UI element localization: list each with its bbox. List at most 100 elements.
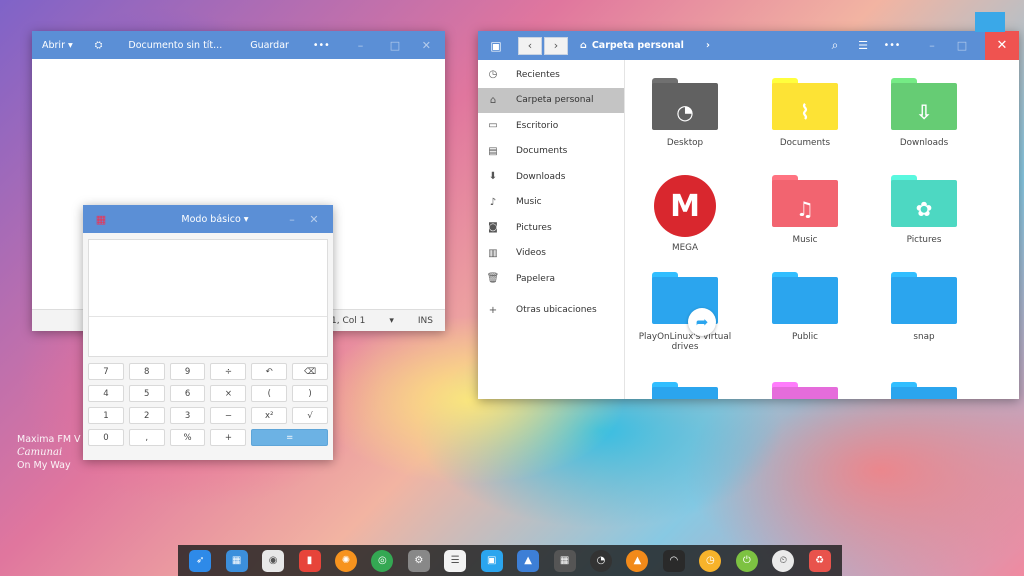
calc-key[interactable]: ↶ [251,363,288,380]
calc-key[interactable]: , [128,429,165,446]
calc-key[interactable]: 7 [88,363,124,380]
calc-key[interactable]: × [210,385,247,402]
folder-item[interactable]: M MEGA [630,175,740,253]
sidebar-item[interactable]: ▥ Videos [478,241,624,267]
back-button[interactable]: ‹ [518,36,542,55]
calc-key[interactable]: ( [251,385,288,402]
dock-appcenter-icon[interactable]: ▲ [517,549,540,572]
forward-button[interactable]: › [544,36,568,55]
mega-icon: M [654,175,716,237]
folder-item[interactable] [869,382,979,399]
desktop-icon: ▭ [488,120,498,132]
dock-sticky-icon[interactable]: ▮ [298,549,321,572]
sidebar-item[interactable]: ▭ Escritorio [478,113,624,139]
calc-key[interactable]: ) [292,385,328,402]
folder-label: Music [792,235,818,245]
folder-icon [772,272,838,324]
folder-label: Desktop [666,138,704,148]
folder-item[interactable]: ♫ Music [750,175,860,245]
calc-key[interactable]: 8 [128,363,165,380]
folder-item[interactable]: ⇩ Downloads [869,78,979,148]
file-manager-window: ▣ ‹ › ⌂ Carpeta personal › ⌕ ☰ ••• – □ ✕… [478,31,1019,399]
minimize-icon[interactable]: – [921,39,943,52]
dock-settings-icon[interactable]: ◉ [262,549,285,572]
display-divider [89,316,327,317]
chevron-right-icon[interactable]: › [706,40,710,51]
maximize-icon[interactable]: □ [380,39,402,52]
sidebar-item-label: Music [516,197,542,208]
calculator-display[interactable] [88,239,328,357]
calc-key[interactable]: 5 [128,385,165,402]
dock-orange-icon[interactable]: ✺ [334,549,357,572]
folder-item[interactable]: ⌇ Documents [750,78,860,148]
maximize-icon[interactable]: □ [951,39,973,52]
calc-key[interactable]: 3 [169,407,206,424]
sidebar-item[interactable]: ◷ Recientes [478,62,624,88]
folder-item[interactable]: ◔ Desktop [630,78,740,148]
minimize-icon[interactable]: – [281,213,303,226]
dock-launcher-icon[interactable]: ➶ [189,549,212,572]
dock-notes-icon[interactable]: ☰ [444,549,467,572]
view-list-icon[interactable]: ☰ [849,39,877,52]
dock-timer-icon[interactable]: ◔ [590,549,613,572]
close-icon[interactable]: ✕ [412,39,434,52]
folder-item[interactable]: snap [869,272,979,342]
sidebar-item[interactable]: ♪ Music [478,190,624,216]
home-icon: ⌂ [580,40,587,51]
folder-item[interactable] [630,382,740,399]
menu-button[interactable]: ••• [303,40,340,51]
folder-item[interactable]: ➦ PlayOnLinux's virtual drives [630,272,740,352]
menu-button[interactable]: ••• [877,40,907,51]
close-icon[interactable]: ✕ [303,213,325,226]
sidebar-item-label: Pictures [516,222,552,233]
sidebar-item[interactable]: + Otras ubicaciones [478,298,624,324]
sidebar-item[interactable]: ◙ Pictures [478,215,624,241]
dock-time-icon[interactable]: ⏲ [772,549,795,572]
language-dropdown-icon[interactable]: ▾ [377,316,406,326]
dock-prefs-icon[interactable]: ⚙ [407,549,430,572]
calc-key[interactable]: 1 [88,407,124,424]
sidebar-item[interactable]: ⌂ Carpeta personal [478,87,624,113]
calc-key[interactable]: √ [292,407,328,424]
editor-headerbar: Abrir ▾ ⛭ Documento sin tít... Guardar •… [32,31,445,59]
sidebar-item[interactable]: 🗑 Papelera [478,266,624,292]
calc-key[interactable]: ⌫ [292,363,328,380]
dock-clock-icon[interactable]: ◷ [699,549,722,572]
bookmark-icon[interactable]: ⛭ [83,40,115,51]
folder-icon: ◔ [652,78,718,130]
location-bar[interactable]: ⌂ Carpeta personal › [580,40,710,51]
dock-power-icon[interactable]: ⏻ [735,549,758,572]
folder-item[interactable] [750,382,860,399]
minimize-icon[interactable]: – [348,39,370,52]
open-button[interactable]: Abrir ▾ [32,40,83,51]
calc-key[interactable]: 2 [128,407,165,424]
save-button[interactable]: Guardar [236,40,303,51]
calc-key[interactable]: − [210,407,247,424]
calc-key[interactable]: 0 [88,429,124,446]
sidebar-item[interactable]: ⬇ Downloads [478,164,624,190]
close-icon[interactable]: ✕ [985,31,1019,60]
dock-trash-icon[interactable]: ♻ [808,549,831,572]
dock-calculator-icon[interactable]: ▦ [553,549,576,572]
calc-key[interactable]: = [251,429,328,446]
tray-indicator[interactable] [975,12,1005,32]
calc-key[interactable]: % [169,429,206,446]
mode-selector[interactable]: Modo básico ▾ [119,214,281,225]
dock-workspaces-icon[interactable]: ▦ [225,549,248,572]
sidebar-item[interactable]: ▤ Documents [478,139,624,165]
calc-key[interactable]: 6 [169,385,206,402]
calc-key[interactable]: 9 [169,363,206,380]
dock-files-icon[interactable]: ▣ [480,549,503,572]
calc-key[interactable]: ÷ [210,363,247,380]
search-icon[interactable]: ⌕ [821,38,849,53]
plus-icon: + [488,304,498,316]
dock-chrome-icon[interactable]: ◎ [371,549,394,572]
sidebar-item-label: Videos [516,248,546,259]
folder-item[interactable]: ✿ Pictures [869,175,979,245]
calc-key[interactable]: + [210,429,247,446]
folder-item[interactable]: Public [750,272,860,342]
dock-wifi-icon[interactable]: ◠ [662,549,685,572]
calc-key[interactable]: 4 [88,385,124,402]
calc-key[interactable]: x² [251,407,288,424]
dock-vlc-icon[interactable]: ▲ [626,549,649,572]
